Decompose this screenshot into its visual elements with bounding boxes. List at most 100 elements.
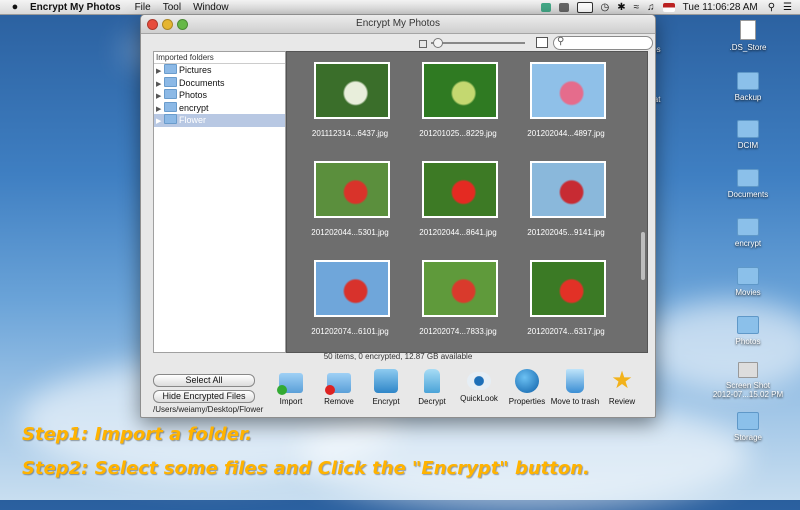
thumbnail-size-slider[interactable] <box>431 42 525 44</box>
folder-icon <box>737 218 759 236</box>
folder-icon <box>737 267 759 285</box>
battery-icon[interactable] <box>576 1 593 13</box>
desktop-icon-label: encrypt <box>734 239 762 248</box>
bluetooth-icon[interactable]: ✱ <box>617 2 625 13</box>
remove-button[interactable]: Remove <box>313 369 365 406</box>
desktop-icon-screenshot[interactable]: Screen Shot 2012-07...15.02 PM <box>710 362 786 399</box>
clock[interactable]: Tue 11:06:28 AM <box>683 2 758 13</box>
sidebar-item-label: Pictures <box>179 65 212 75</box>
folder-path: /Users/weiamy/Desktop/Flower <box>153 405 264 414</box>
photo-thumbnail[interactable]: 201202044...5301.jpg <box>311 161 390 237</box>
desktop-icon-documents[interactable]: Documents <box>718 169 778 199</box>
volume-icon[interactable]: ♫ <box>647 2 655 13</box>
close-button[interactable] <box>147 19 158 30</box>
spotlight-icon[interactable]: ⚲ <box>768 2 775 13</box>
import-button[interactable]: Import <box>265 369 317 406</box>
window-controls <box>147 19 192 30</box>
photo-thumbnail[interactable]: 201202044...8641.jpg <box>419 161 498 237</box>
sidebar-header: Imported folders <box>154 52 285 64</box>
search-input[interactable]: ⚲ <box>553 36 653 50</box>
lock-tray-icon[interactable] <box>558 2 569 12</box>
folder-icon <box>737 169 759 187</box>
sidebar-item-flower[interactable]: ▶ Flower <box>154 114 285 127</box>
desktop-icon-storage[interactable]: Storage <box>718 412 778 442</box>
grid-scrollbar[interactable] <box>641 232 645 280</box>
move-to-trash-button[interactable]: Move to trash <box>549 369 601 406</box>
photo-image <box>422 161 498 218</box>
sidebar-item-label: Photos <box>179 90 208 100</box>
photo-image <box>530 161 606 218</box>
zoom-button[interactable] <box>177 19 188 30</box>
folder-icon <box>164 114 177 124</box>
search-icon: ⚲ <box>557 36 565 47</box>
quicklook-button[interactable]: QuickLook <box>453 369 505 403</box>
photo-thumbnail[interactable]: 201202074...6101.jpg <box>311 260 390 336</box>
folder-icon <box>737 120 759 138</box>
sidebar-item-documents[interactable]: ▶ Documents <box>154 76 285 90</box>
desktop-icon-movies[interactable]: Movies <box>718 267 778 297</box>
hide-encrypted-button[interactable]: Hide Encrypted Files <box>153 390 255 403</box>
desktop-icon-dcim[interactable]: DCIM <box>718 120 778 150</box>
photo-thumbnail[interactable]: 201202044...4897.jpg <box>527 62 606 138</box>
status-text: 50 items, 0 encrypted, 12.87 GB availabl… <box>323 352 473 361</box>
menu-tool[interactable]: Tool <box>163 2 181 13</box>
review-button[interactable]: ★ Review <box>596 367 648 407</box>
photo-thumbnail[interactable]: 201202074...7833.jpg <box>419 260 498 336</box>
photo-grid: 201112314...6437.jpg 201201025...8229.jp… <box>286 51 648 353</box>
desktop-icon-ds-store[interactable]: .DS_Store <box>718 20 778 52</box>
lock-icon <box>374 369 398 393</box>
photo-thumbnail[interactable]: 201202074...6317.jpg <box>527 260 606 336</box>
sidebar-item-label: Flower <box>179 115 207 125</box>
step2-instruction: Step2: Select some files and Click the "… <box>22 458 590 479</box>
notification-icon[interactable]: ☰ <box>783 2 792 13</box>
properties-button[interactable]: Properties <box>501 369 553 406</box>
sidebar-item-label: encrypt <box>179 102 209 113</box>
wifi-icon[interactable]: ≈ <box>634 2 640 13</box>
tool-label: Encrypt <box>372 397 400 406</box>
folder-icon <box>737 412 759 430</box>
menu-window[interactable]: Window <box>193 2 229 13</box>
select-all-button[interactable]: Select All <box>153 374 255 387</box>
sidebar-item-encrypt[interactable]: ▶ encrypt <box>154 101 285 115</box>
photo-thumbnail[interactable]: 201201025...8229.jpg <box>419 62 498 138</box>
photo-caption: 201202044...4897.jpg <box>527 129 605 138</box>
star-icon: ★ <box>611 367 633 394</box>
folder-icon <box>737 316 759 334</box>
sidebar-item-label: Documents <box>179 77 225 88</box>
main-window: Encrypt My Photos ⚲ Imported folders ▶ Pi… <box>140 14 656 418</box>
menu-file[interactable]: File <box>135 2 151 13</box>
photo-image <box>422 260 498 317</box>
photo-image <box>530 260 606 317</box>
desktop-icon-backup[interactable]: Backup <box>718 72 778 102</box>
decrypt-button[interactable]: Decrypt <box>406 369 458 406</box>
flag-icon[interactable] <box>662 2 675 12</box>
trash-icon <box>566 369 584 393</box>
tool-label: Review <box>608 397 636 406</box>
menu-app-name[interactable]: Encrypt My Photos <box>30 2 121 13</box>
photo-caption: 201202074...6317.jpg <box>527 327 605 336</box>
photo-thumbnail[interactable]: 201202045...9141.jpg <box>527 161 606 237</box>
slider-knob[interactable] <box>433 38 443 48</box>
tool-label: Remove <box>324 397 354 406</box>
desktop-icon-label: Photos <box>735 337 761 346</box>
folder-remove-icon <box>325 373 351 395</box>
tray-app-icon[interactable] <box>540 2 551 12</box>
desktop-icon-encrypt[interactable]: encrypt <box>718 218 778 248</box>
photo-thumbnail[interactable]: 201112314...6437.jpg <box>311 62 390 138</box>
folder-icon <box>164 64 177 74</box>
small-thumb-icon <box>419 40 427 48</box>
folder-icon <box>164 76 177 87</box>
minimize-button[interactable] <box>162 19 173 30</box>
sidebar-item-pictures[interactable]: ▶ Pictures <box>154 64 285 77</box>
sidebar-item-photos[interactable]: ▶ Photos <box>154 89 285 102</box>
title-bar[interactable]: Encrypt My Photos <box>141 15 655 34</box>
desktop-icon-photos[interactable]: Photos <box>718 316 778 346</box>
apple-icon[interactable]: ● <box>6 1 24 13</box>
time-machine-icon[interactable]: ◷ <box>601 2 610 13</box>
photo-caption: 201202044...8641.jpg <box>419 228 497 237</box>
desktop-icon-label: .DS_Store <box>729 43 767 52</box>
encrypt-button[interactable]: Encrypt <box>360 369 412 406</box>
step1-instruction: Step1: Import a folder. <box>22 424 253 445</box>
disclosure-triangle-icon[interactable]: ▶ <box>156 116 164 129</box>
photo-caption: 201202074...6101.jpg <box>311 327 389 336</box>
